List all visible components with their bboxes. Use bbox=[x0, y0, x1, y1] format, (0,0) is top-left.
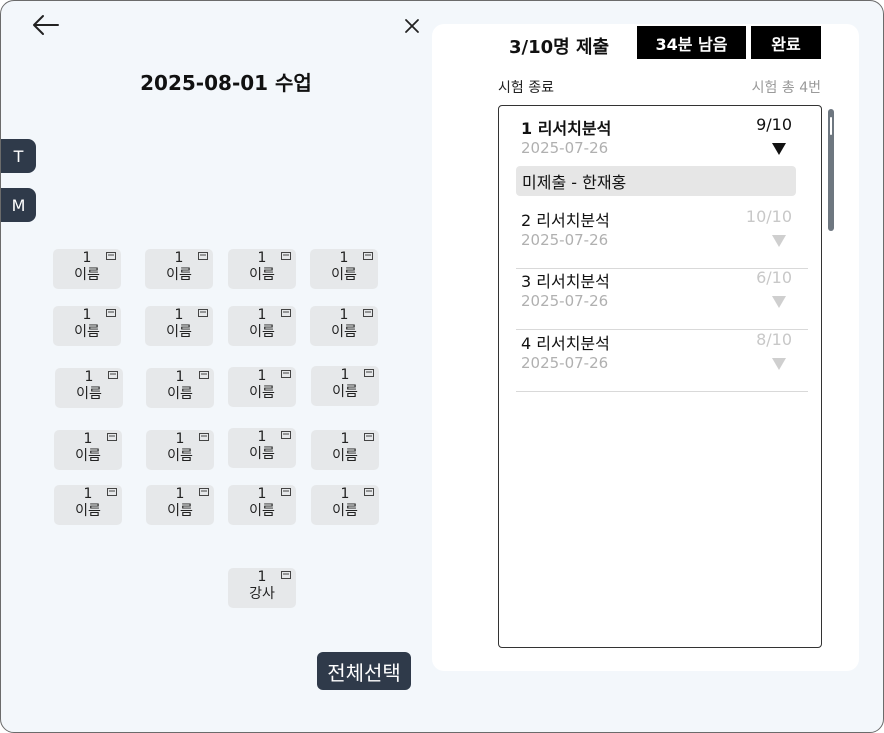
triangle-down-icon[interactable] bbox=[772, 296, 786, 308]
divider bbox=[516, 391, 808, 392]
seat[interactable]: 1 이름 bbox=[146, 430, 214, 470]
seat[interactable]: 1 이름 bbox=[310, 306, 378, 346]
seat-name: 이름 bbox=[249, 324, 275, 340]
exam-item[interactable]: 1 리서치분석 2025-07-26 9/10 bbox=[516, 115, 808, 165]
side-tab-m[interactable]: M bbox=[1, 188, 36, 222]
done-button[interactable]: 완료 bbox=[751, 26, 821, 59]
seat-name: 이름 bbox=[331, 324, 357, 340]
message-icon bbox=[281, 488, 291, 496]
exam-score: 10/10 bbox=[745, 207, 792, 226]
exam-total: 시험 총 4번 bbox=[751, 80, 821, 96]
message-icon bbox=[199, 371, 209, 379]
seat[interactable]: 1 이름 bbox=[228, 306, 296, 346]
exam-item[interactable]: 3 리서치분석 2025-07-26 6/10 bbox=[516, 268, 808, 330]
seat[interactable]: 1 이름 bbox=[146, 368, 214, 408]
seat[interactable]: 1 이름 bbox=[54, 430, 122, 470]
seat-name: 이름 bbox=[167, 386, 193, 402]
exam-date: 2025-07-26 bbox=[521, 139, 609, 157]
message-icon bbox=[199, 433, 209, 441]
message-icon bbox=[364, 433, 374, 441]
message-icon bbox=[199, 488, 209, 496]
submit-count: 3/10명 제출 bbox=[509, 37, 610, 58]
seat-name: 이름 bbox=[332, 448, 358, 464]
seat[interactable]: 1 이름 bbox=[228, 428, 296, 468]
seat[interactable]: 1 이름 bbox=[311, 485, 379, 525]
triangle-down-icon[interactable] bbox=[772, 143, 786, 155]
message-icon bbox=[281, 431, 291, 439]
seat[interactable]: 1 강사 bbox=[228, 568, 296, 608]
seat[interactable]: 1 이름 bbox=[145, 306, 213, 346]
message-icon bbox=[281, 252, 291, 260]
not-submitted-row: 미제출 - 한재홍 bbox=[516, 166, 796, 196]
exam-date: 2025-07-26 bbox=[521, 354, 609, 372]
seat[interactable]: 1 이름 bbox=[145, 249, 213, 289]
exam-date: 2025-07-26 bbox=[521, 231, 609, 249]
message-icon bbox=[281, 370, 291, 378]
exam-item[interactable]: 4 리서치분석 2025-07-26 8/10 bbox=[516, 330, 808, 392]
exam-score: 8/10 bbox=[756, 330, 792, 349]
seat[interactable]: 1 이름 bbox=[228, 249, 296, 289]
message-icon bbox=[108, 371, 118, 379]
exam-score: 6/10 bbox=[756, 268, 792, 287]
seat-name: 이름 bbox=[167, 448, 193, 464]
message-icon bbox=[106, 309, 116, 317]
triangle-down-icon[interactable] bbox=[772, 235, 786, 247]
seat-name: 이름 bbox=[166, 324, 192, 340]
exam-title: 1 리서치분석 bbox=[521, 119, 612, 138]
seat-name: 이름 bbox=[75, 448, 101, 464]
seat[interactable]: 1 이름 bbox=[53, 306, 121, 346]
seat-name: 강사 bbox=[249, 586, 275, 602]
seat-name: 이름 bbox=[249, 503, 275, 519]
message-icon bbox=[106, 252, 116, 260]
seat-name: 이름 bbox=[76, 386, 102, 402]
seat-name: 이름 bbox=[249, 446, 275, 462]
seat-name: 이름 bbox=[74, 324, 100, 340]
seat[interactable]: 1 이름 bbox=[228, 367, 296, 407]
exam-score: 9/10 bbox=[756, 115, 792, 134]
seat[interactable]: 1 이름 bbox=[311, 430, 379, 470]
seat[interactable]: 1 이름 bbox=[310, 249, 378, 289]
seat[interactable]: 1 이름 bbox=[311, 366, 379, 406]
seat[interactable]: 1 이름 bbox=[228, 485, 296, 525]
seat[interactable]: 1 이름 bbox=[53, 249, 121, 289]
message-icon bbox=[107, 433, 117, 441]
seat[interactable]: 1 이름 bbox=[146, 485, 214, 525]
message-icon bbox=[198, 252, 208, 260]
seat[interactable]: 1 이름 bbox=[55, 368, 123, 408]
seat-name: 이름 bbox=[74, 267, 100, 283]
exam-title: 4 리서치분석 bbox=[521, 334, 610, 353]
seat-name: 이름 bbox=[332, 384, 358, 400]
exam-date: 2025-07-26 bbox=[521, 292, 609, 310]
seat-name: 이름 bbox=[249, 267, 275, 283]
scrollbar[interactable] bbox=[828, 109, 834, 231]
message-icon bbox=[281, 571, 291, 579]
message-icon bbox=[363, 252, 373, 260]
seat[interactable]: 1 이름 bbox=[54, 485, 122, 525]
message-icon bbox=[364, 488, 374, 496]
exam-title: 3 리서치분석 bbox=[521, 272, 610, 291]
message-icon bbox=[364, 369, 374, 377]
seat-name: 이름 bbox=[331, 267, 357, 283]
side-tab-t[interactable]: T bbox=[1, 139, 36, 173]
seat-name: 이름 bbox=[75, 503, 101, 519]
select-all-button[interactable]: 전체선택 bbox=[317, 652, 411, 690]
exam-end-label: 시험 종료 bbox=[498, 80, 554, 96]
seat-name: 이름 bbox=[332, 503, 358, 519]
app-frame: 2025-08-01 수업 T M 1 이름 1 이름 1 이름 1 이름 1 이름 1 이름 1 이름 1… bbox=[0, 0, 884, 733]
back-arrow-icon[interactable] bbox=[30, 11, 62, 39]
time-left-badge: 34분 남음 bbox=[637, 26, 746, 59]
seat-name: 이름 bbox=[249, 385, 275, 401]
message-icon bbox=[107, 488, 117, 496]
message-icon bbox=[363, 309, 373, 317]
exam-title: 2 리서치분석 bbox=[521, 211, 610, 230]
page-title: 2025-08-01 수업 bbox=[140, 71, 312, 95]
seat-name: 이름 bbox=[167, 503, 193, 519]
triangle-down-icon[interactable] bbox=[772, 358, 786, 370]
seat-name: 이름 bbox=[166, 267, 192, 283]
message-icon bbox=[281, 309, 291, 317]
close-icon[interactable] bbox=[402, 16, 422, 36]
message-icon bbox=[198, 309, 208, 317]
exam-item[interactable]: 2 리서치분석 2025-07-26 10/10 bbox=[516, 207, 808, 269]
